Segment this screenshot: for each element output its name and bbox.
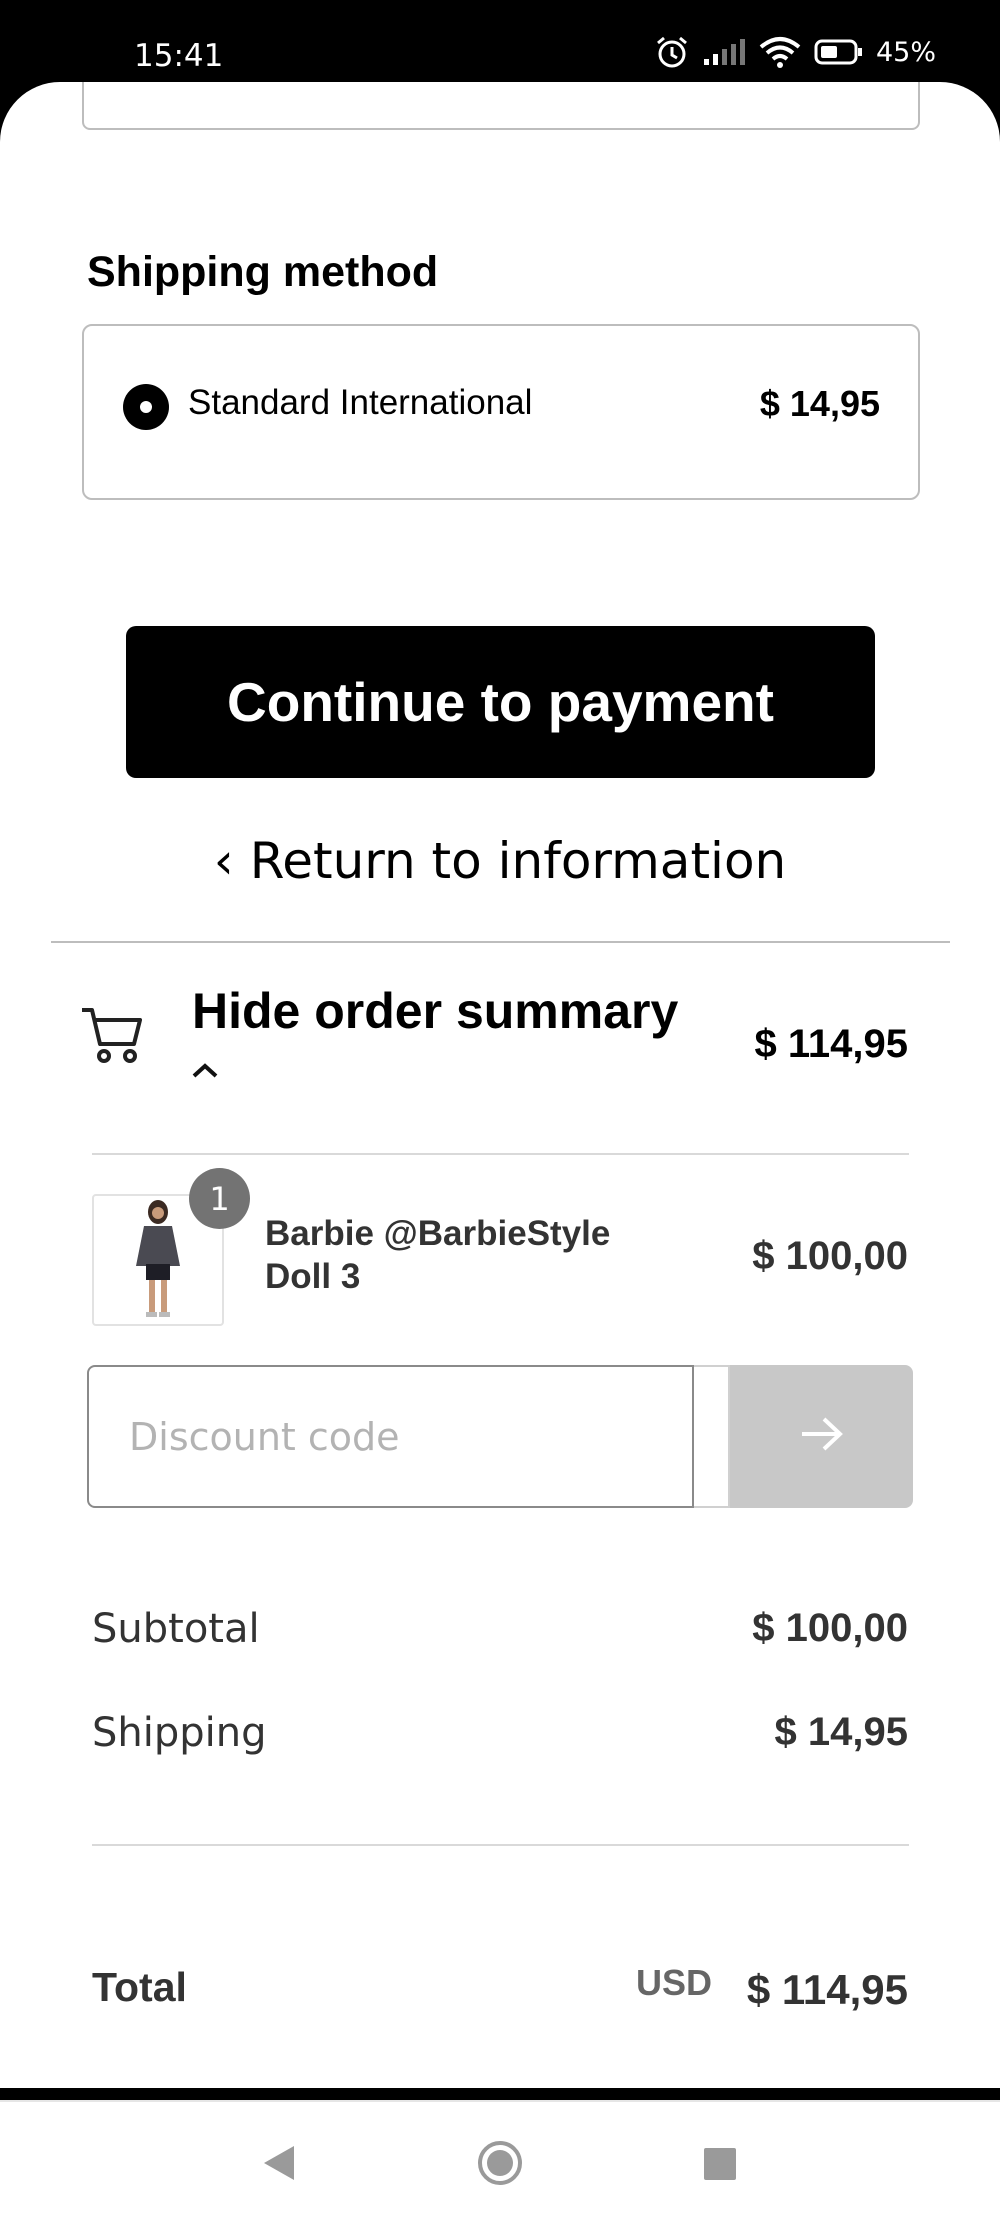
system-navigation-bar	[0, 2100, 1000, 2222]
total-label: Total	[92, 1964, 187, 2010]
total-value: $ 114,95	[746, 1966, 908, 2013]
shipping-method-title: Shipping method	[87, 248, 439, 296]
subtotal-value: $ 100,00	[752, 1606, 908, 1650]
cart-icon[interactable]	[80, 1004, 146, 1075]
continue-to-payment-button[interactable]: Continue to payment	[126, 626, 875, 778]
divider	[92, 1844, 909, 1846]
shipping-option-price: $ 14,95	[759, 383, 880, 424]
shipping-cost-value: $ 14,95	[774, 1710, 908, 1754]
product-price: $ 100,00	[752, 1234, 908, 1278]
status-icons: 45%	[654, 34, 936, 70]
shipping-option-name: Standard International	[188, 383, 533, 422]
alarm-icon	[654, 34, 690, 70]
signal-icon	[702, 37, 746, 67]
previous-input-field[interactable]	[82, 82, 920, 130]
wifi-icon	[758, 35, 802, 69]
return-to-information-link[interactable]: ‹ Return to information	[0, 832, 1000, 890]
discount-input-spacer	[694, 1365, 730, 1508]
total-currency: USD	[636, 1962, 713, 2003]
recent-apps-icon[interactable]	[704, 2148, 736, 2180]
product-name: Barbie @BarbieStyle Doll 3	[265, 1214, 611, 1296]
shipping-option[interactable]: Standard International $ 14,95	[82, 324, 920, 500]
chevron-left-icon: ‹	[213, 832, 234, 890]
chevron-up-icon[interactable]	[190, 1060, 220, 1085]
return-link-label: Return to information	[249, 832, 787, 890]
status-bar: 15:41 45%	[0, 0, 1000, 90]
shipping-cost-label: Shipping	[92, 1710, 267, 1756]
battery-percentage: 45%	[875, 36, 936, 68]
subtotal-label: Subtotal	[92, 1606, 260, 1652]
home-icon[interactable]	[477, 2140, 523, 2191]
checkout-sheet: Shipping method Standard International $…	[0, 82, 1000, 2088]
back-icon[interactable]	[262, 2144, 296, 2187]
hide-order-summary-toggle[interactable]: Hide order summary	[192, 982, 678, 1040]
arrow-right-icon	[798, 1414, 846, 1459]
divider	[92, 1153, 909, 1155]
apply-discount-button[interactable]	[730, 1365, 913, 1508]
status-time: 15:41	[134, 38, 224, 74]
divider	[51, 941, 950, 943]
quantity-badge: 1	[189, 1168, 250, 1229]
discount-code-input[interactable]: Discount code	[87, 1365, 694, 1508]
order-summary-total: $ 114,95	[754, 1022, 909, 1066]
shipping-radio-selected[interactable]	[123, 384, 169, 430]
battery-icon	[814, 38, 864, 66]
